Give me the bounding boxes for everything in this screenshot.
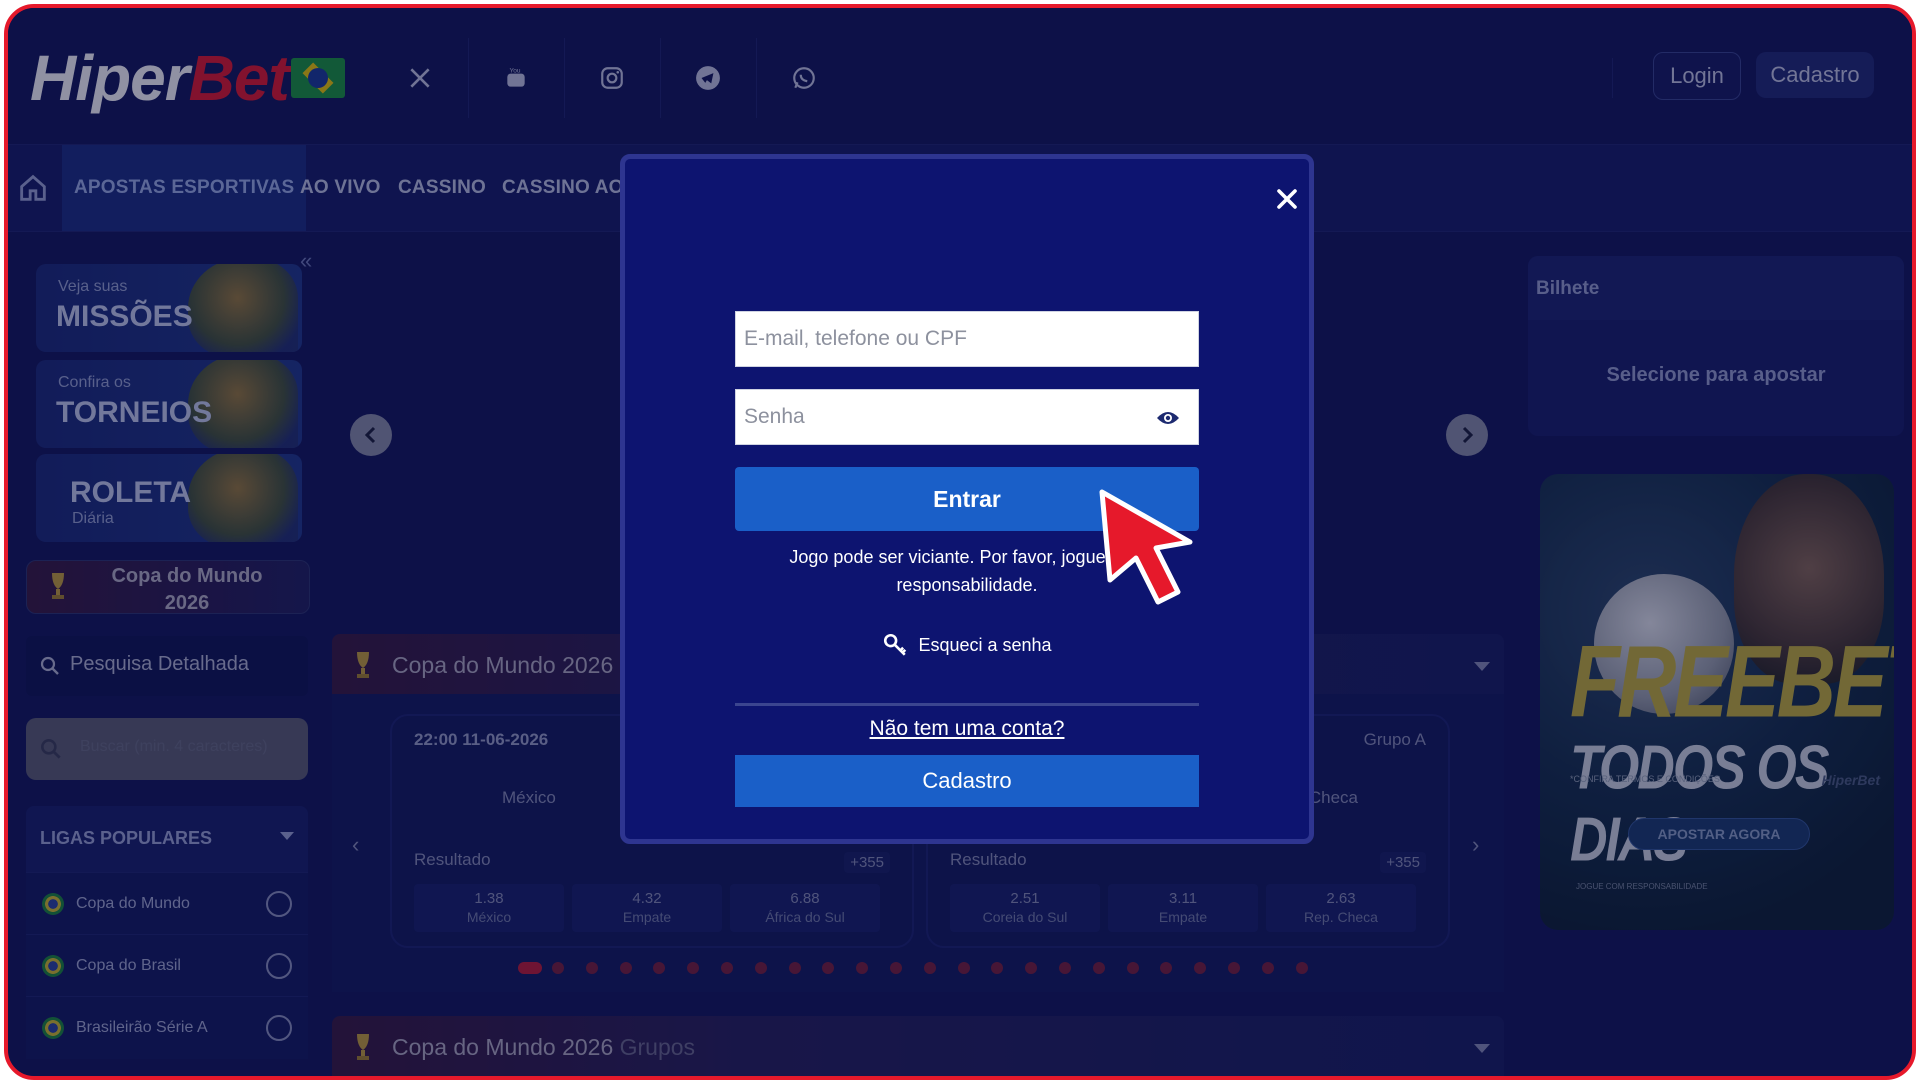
key-icon [884, 633, 907, 656]
eye-icon[interactable] [1156, 408, 1180, 428]
modal-divider [735, 703, 1199, 706]
close-icon[interactable] [1271, 183, 1303, 215]
email-placeholder: E-mail, telefone ou CPF [744, 327, 967, 350]
pointer-cursor-icon [1099, 489, 1193, 605]
forgot-password-link[interactable]: Esqueci a senha [735, 629, 1199, 661]
app-frame: Hiper Bet You Login Cadastro APOSTAS ESP… [4, 4, 1916, 1080]
password-placeholder: Senha [744, 405, 805, 428]
modal-register-button[interactable]: Cadastro [735, 755, 1199, 807]
forgot-password-label: Esqueci a senha [918, 634, 1052, 655]
email-field[interactable]: E-mail, telefone ou CPF [735, 311, 1199, 367]
password-field[interactable]: Senha [735, 389, 1199, 445]
login-modal: E-mail, telefone ou CPF Senha Entrar Jog… [620, 154, 1314, 844]
no-account-link[interactable]: Não tem uma conta? [735, 717, 1199, 741]
